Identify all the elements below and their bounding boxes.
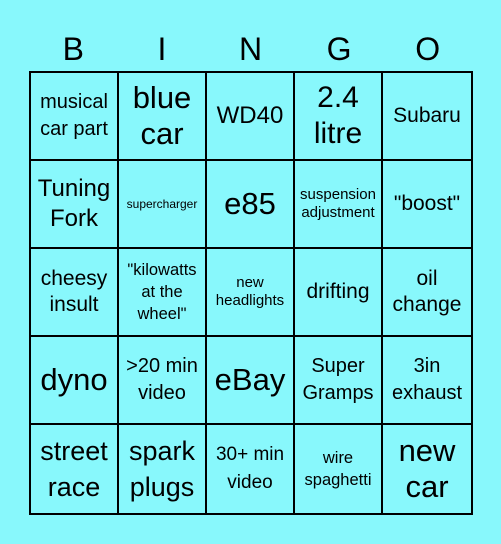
bingo-cell[interactable]: dyno [31, 337, 119, 425]
bingo-header: B I N G O [29, 28, 472, 70]
cell-text: 3in exhaust [391, 355, 463, 404]
bingo-cell[interactable]: oil change [383, 249, 471, 337]
bingo-cell[interactable]: 30+ min video [207, 425, 295, 513]
bingo-cell[interactable]: new car [383, 425, 471, 513]
cell-text: musical car part [40, 91, 108, 140]
cell-text: oil change [392, 267, 462, 316]
bingo-cell[interactable]: eBay [207, 337, 295, 425]
cell-text: cheesy insult [40, 267, 108, 316]
bingo-cell[interactable]: 2.4 litre [295, 73, 383, 161]
bingo-cell[interactable]: wire spaghetti [295, 425, 383, 513]
cell-text: e85 [224, 186, 276, 221]
header-letter-n: N [238, 31, 263, 67]
bingo-cell[interactable]: Subaru [383, 73, 471, 161]
header-letter-g: G [326, 31, 352, 67]
cell-text: Subaru [393, 104, 461, 127]
cell-text: eBay [214, 362, 286, 397]
bingo-cell[interactable]: spark plugs [119, 425, 207, 513]
header-letter-o: O [415, 31, 441, 67]
bingo-cell[interactable]: Super Gramps [295, 337, 383, 425]
cell-text: spark plugs [128, 436, 196, 502]
cell-text: "boost" [393, 192, 461, 215]
bingo-cell[interactable]: Tuning Fork [31, 161, 119, 249]
bingo-card: musical car part blue car WD40 2.4 litre… [29, 71, 473, 515]
cell-text: street race [40, 436, 108, 502]
bingo-cell[interactable]: e85 [207, 161, 295, 249]
cell-text: dyno [40, 362, 108, 397]
bingo-cell[interactable]: drifting [295, 249, 383, 337]
bingo-cell[interactable]: suspension adjustment [295, 161, 383, 249]
cell-text: 30+ min video [215, 444, 285, 493]
header-letter-b: B [62, 31, 84, 67]
cell-text: Super Gramps [302, 355, 374, 404]
bingo-cell[interactable]: new headlights [207, 249, 295, 337]
cell-text: new car [398, 433, 456, 504]
header-letter-i: I [157, 31, 167, 67]
bingo-cell[interactable]: supercharger [119, 161, 207, 249]
bingo-cell[interactable]: WD40 [207, 73, 295, 161]
bingo-cell[interactable]: street race [31, 425, 119, 513]
cell-text: suspension adjustment [300, 186, 376, 221]
bingo-cell[interactable]: >20 min video [119, 337, 207, 425]
bingo-cell[interactable]: cheesy insult [31, 249, 119, 337]
bingo-cell[interactable]: "kilowatts at the wheel" [119, 249, 207, 337]
cell-text: blue car [132, 80, 192, 151]
bingo-cell[interactable]: 3in exhaust [383, 337, 471, 425]
bingo-cell[interactable]: blue car [119, 73, 207, 161]
cell-text: Tuning Fork [37, 175, 111, 232]
cell-text: WD40 [216, 102, 284, 129]
cell-text: >20 min video [126, 355, 198, 404]
bingo-cell[interactable]: musical car part [31, 73, 119, 161]
cell-text: drifting [306, 280, 370, 303]
cell-text: "kilowatts at the wheel" [127, 261, 197, 323]
cell-text: new headlights [215, 274, 285, 309]
cell-text: wire spaghetti [304, 449, 372, 489]
bingo-cell[interactable]: "boost" [383, 161, 471, 249]
cell-text: 2.4 litre [313, 81, 363, 150]
cell-text: supercharger [126, 196, 198, 211]
